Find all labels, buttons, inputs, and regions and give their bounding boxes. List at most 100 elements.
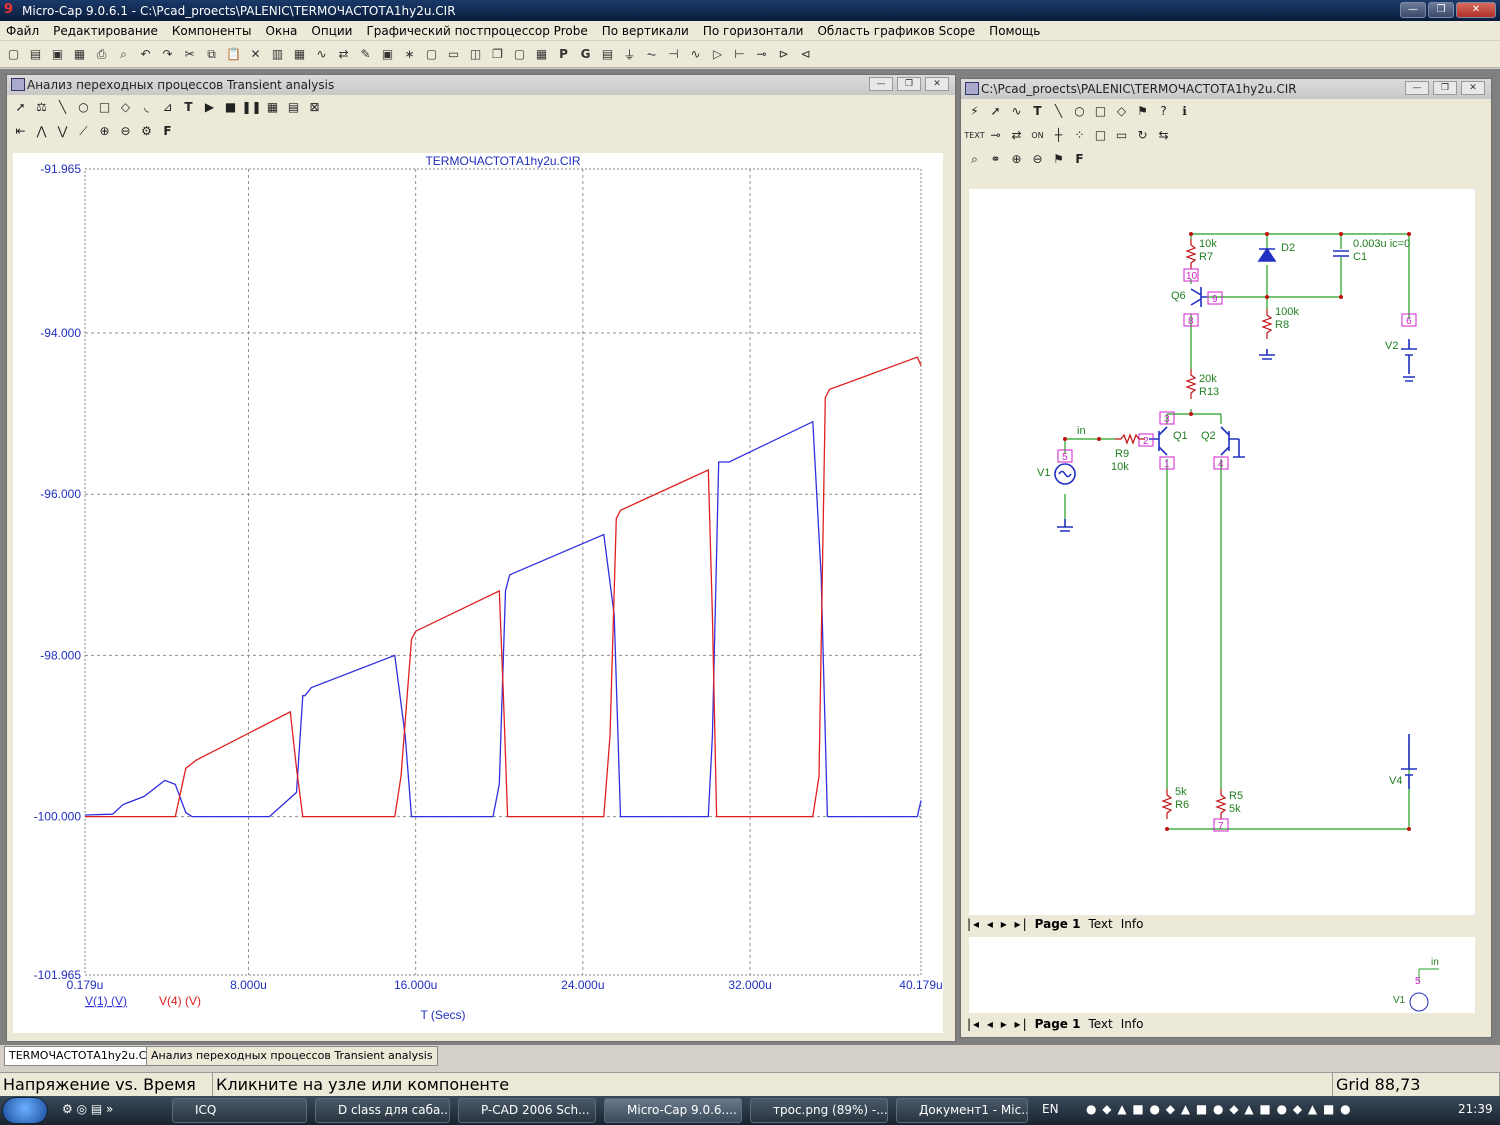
rotate-icon[interactable]: ↻: [1133, 126, 1152, 145]
new-file-icon[interactable]: ▢: [4, 45, 23, 64]
ground-icon[interactable]: ⏚: [620, 45, 639, 64]
task-image[interactable]: трос.png (89%) -...: [750, 1098, 888, 1123]
line-icon[interactable]: ╲: [53, 98, 72, 117]
menu-components[interactable]: Компоненты: [172, 24, 252, 38]
arc-icon[interactable]: ◟: [137, 98, 156, 117]
help-icon[interactable]: ?: [1154, 102, 1173, 121]
minimize-button[interactable]: —: [1400, 2, 1426, 18]
schematic-restore-button[interactable]: ❐: [1433, 81, 1457, 95]
task-dclass[interactable]: D class для саба...: [315, 1098, 450, 1123]
undo-icon[interactable]: ↶: [136, 45, 155, 64]
valley-icon[interactable]: ⋁: [53, 122, 72, 141]
rect-mode-icon[interactable]: □: [1091, 102, 1110, 121]
line-mode-icon[interactable]: ╲: [1049, 102, 1068, 121]
tab-info-2[interactable]: Info: [1121, 1017, 1144, 1031]
grid-icon[interactable]: ▦: [290, 45, 309, 64]
menu-windows[interactable]: Окна: [266, 24, 298, 38]
select-mode-icon[interactable]: ➚: [986, 102, 1005, 121]
menu-file[interactable]: Файл: [6, 24, 39, 38]
table-icon[interactable]: ▦: [532, 45, 551, 64]
display-icon[interactable]: ▣: [378, 45, 397, 64]
opamp-icon[interactable]: ⊲: [796, 45, 815, 64]
diamond-icon[interactable]: ◇: [116, 98, 135, 117]
menu-options[interactable]: Опции: [311, 24, 352, 38]
slope-icon[interactable]: ⟋: [74, 122, 93, 141]
node-numbers-icon[interactable]: ⇄: [1007, 126, 1026, 145]
find-icon[interactable]: ⌕: [965, 150, 984, 169]
close-button[interactable]: ✕: [1456, 2, 1496, 18]
peak-icon[interactable]: ⋀: [32, 122, 51, 141]
component-mode-icon[interactable]: ⚡: [965, 102, 984, 121]
grid-dots-icon[interactable]: ⁘: [1070, 126, 1089, 145]
text-icon[interactable]: T: [179, 98, 198, 117]
resistor-icon[interactable]: ⏦: [642, 45, 661, 64]
delete-icon[interactable]: ✕: [246, 45, 265, 64]
analysis-minimize-button[interactable]: —: [869, 77, 893, 91]
diode-icon[interactable]: ▷: [708, 45, 727, 64]
transistor-icon[interactable]: ⊳: [774, 45, 793, 64]
window-icon[interactable]: ▢: [510, 45, 529, 64]
task-word[interactable]: Документ1 - Mic...: [896, 1098, 1028, 1123]
stop-icon[interactable]: ■: [221, 98, 240, 117]
tray-icons[interactable]: ● ◆ ▲ ■ ● ◆ ▲ ■ ● ◆ ▲ ■ ● ◆ ▲ ■ ●: [1086, 1102, 1352, 1116]
print-preview-icon[interactable]: ⌕: [114, 45, 133, 64]
start-button[interactable]: [2, 1097, 48, 1124]
on-icon[interactable]: ON: [1028, 126, 1047, 145]
probe-icon[interactable]: ✎: [356, 45, 375, 64]
tab-page1[interactable]: Page 1: [1035, 917, 1081, 931]
info-icon[interactable]: ℹ: [1175, 102, 1194, 121]
run-icon[interactable]: ▶: [200, 98, 219, 117]
title-block-icon[interactable]: ▭: [1112, 126, 1131, 145]
schematic-drawing[interactable]: 10 9 8 6 3 2 1 4 5 7 10k R7 D2 0.003u ic…: [969, 189, 1475, 917]
circle-mode-icon[interactable]: ○: [1070, 102, 1089, 121]
junction-icon[interactable]: ┼: [1049, 126, 1068, 145]
restore-button[interactable]: ❐: [1428, 2, 1454, 18]
grid-toggle-icon[interactable]: ▦: [263, 98, 282, 117]
zoom-out-schem-icon[interactable]: ⊖: [1028, 150, 1047, 169]
component-icon[interactable]: ▥: [268, 45, 287, 64]
font-icon[interactable]: F: [158, 122, 177, 141]
page-nav-icons[interactable]: |◂ ◂ ▸ ▸|: [967, 917, 1029, 931]
font-schem-icon[interactable]: F: [1070, 150, 1089, 169]
open-folder-icon[interactable]: ▤: [26, 45, 45, 64]
settings-icon[interactable]: ⚙: [137, 122, 156, 141]
schematic-minimize-button[interactable]: —: [1405, 81, 1429, 95]
tile-h-icon[interactable]: ▭: [444, 45, 463, 64]
tile-v-icon[interactable]: ◫: [466, 45, 485, 64]
mdi-tab-analysis[interactable]: Анализ переходных процессов Transient an…: [146, 1046, 438, 1066]
text-toggle-icon[interactable]: TEXT: [964, 126, 984, 145]
zoom-box-icon[interactable]: ▢: [422, 45, 441, 64]
flag-schem-icon[interactable]: ⚑: [1049, 150, 1068, 169]
zoom-out-icon[interactable]: ⊖: [116, 122, 135, 141]
menu-scope[interactable]: Область графиков Scope: [817, 24, 975, 38]
capacitor-icon[interactable]: ⊣: [664, 45, 683, 64]
print-icon[interactable]: ⎙: [92, 45, 111, 64]
transient-chart[interactable]: 0.179u 8.000u 16.000u 24.000u 32.000u 40.179u…: [13, 153, 943, 1033]
cursor-left-icon[interactable]: ⇤: [11, 122, 30, 141]
mirror-icon[interactable]: ⇆: [1154, 126, 1173, 145]
node-icon[interactable]: ∗: [400, 45, 419, 64]
plot-area[interactable]: 0.179u 8.000u 16.000u 24.000u 32.000u 40.179u…: [13, 153, 943, 1033]
language-indicator[interactable]: EN: [1042, 1102, 1059, 1116]
border-icon[interactable]: □: [1091, 126, 1110, 145]
tab-text-2[interactable]: Text: [1088, 1017, 1112, 1031]
text-mode-icon[interactable]: T: [1028, 102, 1047, 121]
flag-icon[interactable]: ⚑: [1133, 102, 1152, 121]
cascade-icon[interactable]: ❐: [488, 45, 507, 64]
schematic-canvas[interactable]: 10 9 8 6 3 2 1 4 5 7 10k R7 D2 0.003u ic…: [969, 189, 1475, 917]
arrows-icon[interactable]: ⇄: [334, 45, 353, 64]
ellipse-icon[interactable]: ○: [74, 98, 93, 117]
task-pcad[interactable]: P-CAD 2006 Sch...: [458, 1098, 596, 1123]
scale-icon[interactable]: ⚖: [32, 98, 51, 117]
analysis-restore-button[interactable]: ❐: [897, 77, 921, 91]
pin-icon[interactable]: ⊸: [986, 126, 1005, 145]
battery-icon[interactable]: ⊢: [730, 45, 749, 64]
pause-icon[interactable]: ❚❚: [241, 98, 261, 117]
menu-probe[interactable]: Графический постпроцессор Probe: [366, 24, 587, 38]
switch-icon[interactable]: ⊸: [752, 45, 771, 64]
calc-icon[interactable]: ▤: [598, 45, 617, 64]
tab-info[interactable]: Info: [1121, 917, 1144, 931]
p-icon[interactable]: P: [554, 45, 573, 64]
binoculars-icon[interactable]: ⚭: [986, 150, 1005, 169]
schematic-close-button[interactable]: ✕: [1461, 81, 1485, 95]
